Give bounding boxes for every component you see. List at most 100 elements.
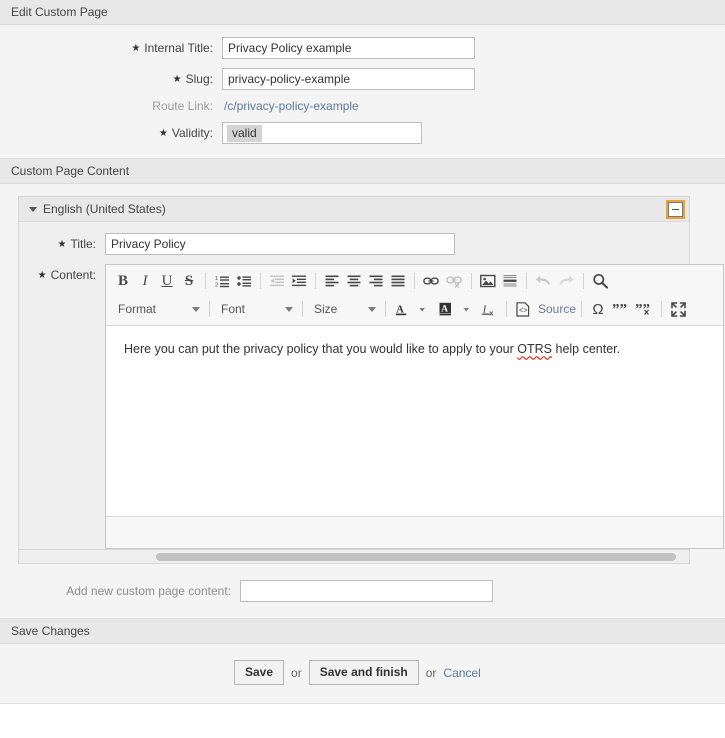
content-title-row: ★ Title: [19,233,689,255]
remove-format-icon[interactable]: Ix [479,298,501,320]
editor-content-area[interactable]: Here you can put the privacy policy that… [106,326,723,516]
italic-icon[interactable]: I [134,270,156,292]
toolbar-separator [302,301,303,317]
image-icon[interactable] [477,270,499,292]
add-new-content-row: Add new custom page content: [18,580,707,602]
slug-label: Slug: [185,72,213,86]
required-star-icon: ★ [37,270,47,281]
editor-toolbar-row-1: B I U S 12 [106,267,723,295]
save-changes-widget: Save Changes Save or Save and finish or … [0,619,725,704]
editor-body-text-before: Here you can put the privacy policy that… [124,342,518,356]
maximize-icon[interactable] [667,298,689,320]
language-panel-body: ★ Title: ★ Content: B [19,222,724,549]
content-title-input[interactable] [105,233,455,255]
font-combo[interactable]: Font [215,298,297,320]
background-color-chevron-icon[interactable] [457,298,479,320]
link-icon[interactable] [420,270,443,292]
save-changes-body: Save or Save and finish or Cancel [0,644,725,704]
horizontal-rule-icon[interactable] [499,270,521,292]
internal-title-label: Internal Title: [144,41,213,55]
find-icon[interactable] [589,270,612,292]
align-left-icon[interactable] [321,270,343,292]
rich-text-editor: B I U S 12 Format Font Size A A I x <> S… [105,264,724,549]
page-title: Edit Custom Page [11,5,108,19]
edit-custom-page-widget: Edit Custom Page ★ Internal Title: ★ Slu… [0,0,725,159]
strikethrough-icon[interactable]: S [178,270,200,292]
custom-page-content-header: Custom Page Content [0,159,725,184]
required-star-icon: ★ [172,74,182,85]
bulleted-list-icon[interactable] [233,270,255,292]
route-link-label: Route Link: [152,99,213,113]
minus-box-icon[interactable] [666,199,685,219]
editor-body-text-after: help center. [552,342,621,356]
undo-icon [532,270,555,292]
horizontal-scrollbar-thumb[interactable] [156,553,676,561]
underline-icon[interactable]: U [156,270,178,292]
language-panel: English (United States) ★ Title: ★ Conte… [18,196,724,550]
outdent-icon [266,270,288,292]
text-color-icon[interactable]: A [391,298,413,320]
toolbar-separator [315,273,316,289]
slug-row: ★ Slug: [0,68,725,90]
language-panel-title: English (United States) [43,202,166,216]
toolbar-separator [581,301,583,317]
redo-icon [555,270,578,292]
content-title-label-group: ★ Title: [19,237,105,251]
required-star-icon: ★ [158,128,168,139]
align-justify-icon[interactable] [387,270,409,292]
toolbar-separator [583,273,584,289]
edit-custom-page-header: Edit Custom Page [0,0,725,25]
horizontal-scrollbar[interactable] [18,550,690,564]
validity-label: Validity: [171,126,213,140]
chevron-down-icon [192,306,200,312]
svg-text:1: 1 [215,276,218,282]
validity-select[interactable]: valid [222,122,422,144]
indent-icon[interactable] [288,270,310,292]
format-combo[interactable]: Format [112,298,204,320]
toolbar-separator [506,301,507,317]
remove-blockquote-icon[interactable]: ”” [632,298,656,320]
toolbar-separator [205,273,206,289]
validity-row: ★ Validity: valid [0,122,725,144]
blockquote-icon[interactable]: ”” [609,298,632,320]
add-new-content-input[interactable] [240,580,493,602]
editor-toolbar-row-2: Format Font Size A A I x <> Source Ω ”” … [106,295,723,323]
route-link-label-group: Route Link: [0,99,222,113]
numbered-list-icon[interactable]: 12 [211,270,233,292]
svg-text:2: 2 [215,283,218,289]
align-center-icon[interactable] [343,270,365,292]
special-character-icon[interactable]: Ω [587,298,609,320]
content-label: Content: [50,268,96,282]
chevron-down-icon [368,306,376,312]
editor-toolbar: B I U S 12 Format Font Size A A I x <> S… [106,265,723,326]
save-and-finish-button[interactable]: Save and finish [308,660,419,685]
toolbar-separator [260,273,261,289]
toolbar-separator [209,301,210,317]
size-combo-label: Size [314,302,338,316]
source-label[interactable]: Source [538,302,576,316]
language-panel-header[interactable]: English (United States) [19,197,689,222]
save-changes-title: Save Changes [11,624,90,638]
slug-input[interactable] [222,68,475,90]
bold-icon[interactable]: B [112,270,134,292]
save-button[interactable]: Save [234,660,285,685]
text-color-chevron-icon[interactable] [413,298,435,320]
caret-down-icon[interactable] [29,206,37,212]
align-right-icon[interactable] [365,270,387,292]
or-separator-2: or [425,665,437,680]
custom-page-content-body: English (United States) ★ Title: ★ Conte… [0,184,725,619]
svg-text:x: x [489,308,494,316]
editor-misspelled-word: OTRS [517,342,553,356]
add-new-content-label: Add new custom page content: [66,584,231,598]
internal-title-input[interactable] [222,37,475,59]
size-combo[interactable]: Size [308,298,380,320]
cancel-link[interactable]: Cancel [443,666,480,680]
format-combo-label: Format [118,302,157,316]
toolbar-separator [471,273,472,289]
editor-status-bar [106,516,723,548]
source-button[interactable]: <> [512,298,534,320]
custom-page-content-title: Custom Page Content [11,164,130,178]
slug-label-group: ★ Slug: [0,72,222,86]
route-link-value[interactable]: /c/privacy-policy-example [222,99,359,113]
background-color-icon[interactable]: A [435,298,457,320]
